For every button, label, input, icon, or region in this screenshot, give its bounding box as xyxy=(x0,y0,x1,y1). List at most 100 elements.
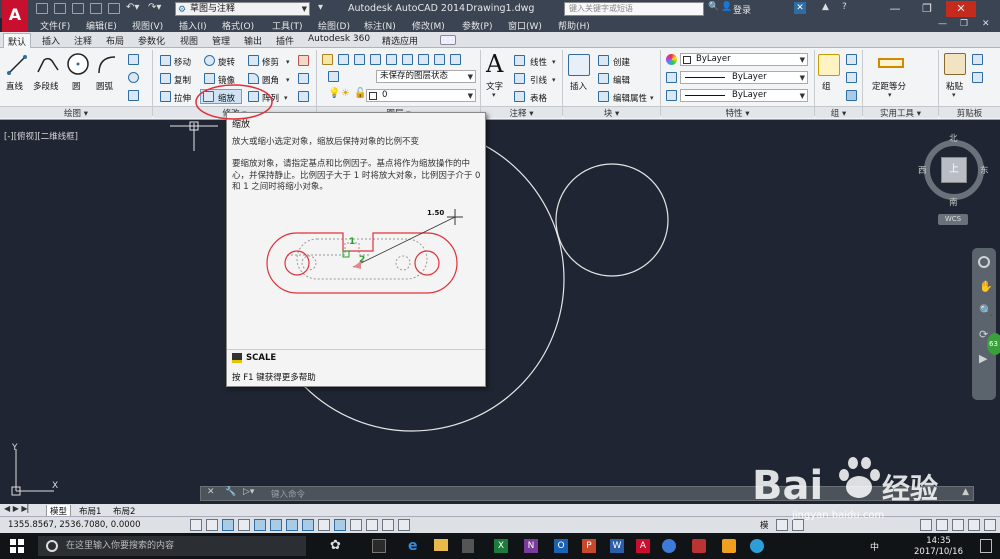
edge-icon[interactable]: e xyxy=(408,538,418,554)
tab-view[interactable]: 视图 xyxy=(180,34,198,47)
tab-featured-apps[interactable]: 精选应用 xyxy=(382,34,418,47)
coordinates-readout[interactable]: 1355.8567, 2536.7080, 0.0000 xyxy=(8,520,140,530)
tab-manage[interactable]: 管理 xyxy=(212,34,230,47)
leader-button[interactable]: 引线 xyxy=(530,74,547,86)
zoom-icon[interactable]: 🔍 xyxy=(979,304,993,317)
group-icon[interactable] xyxy=(818,54,840,76)
cut-icon[interactable] xyxy=(972,54,983,65)
dyn-icon[interactable] xyxy=(334,519,346,531)
close-button[interactable]: ✕ xyxy=(946,1,976,17)
compass-east[interactable]: 东 xyxy=(980,164,989,176)
copy-button[interactable]: 复制 xyxy=(174,74,191,86)
osnap-icon[interactable] xyxy=(270,519,282,531)
menu-file[interactable]: 文件(F) xyxy=(40,19,70,32)
menu-window[interactable]: 窗口(W) xyxy=(508,19,542,32)
menu-dimension[interactable]: 标注(N) xyxy=(364,19,396,32)
bulb-icon[interactable]: 💡 xyxy=(328,88,340,99)
menu-insert[interactable]: 插入(I) xyxy=(179,19,207,32)
chevron-down-icon[interactable]: ▾ xyxy=(650,94,654,102)
excel-icon[interactable]: X xyxy=(494,539,508,553)
insert-label[interactable]: 插入 xyxy=(570,80,587,92)
clipboard-panel-title[interactable]: 剪贴板 xyxy=(939,106,1000,119)
layer-icon-8[interactable] xyxy=(434,54,445,65)
menu-draw[interactable]: 绘图(D) xyxy=(318,19,350,32)
snap-icon[interactable] xyxy=(206,519,218,531)
close-icon[interactable]: ✕ xyxy=(207,487,215,497)
compass-west[interactable]: 西 xyxy=(918,164,927,176)
pan-icon[interactable]: ✋ xyxy=(979,280,993,293)
menu-tools[interactable]: 工具(T) xyxy=(272,19,303,32)
chevron-down-icon[interactable]: ▾ xyxy=(286,76,290,84)
browser-icon[interactable] xyxy=(662,539,676,553)
binoculars-icon[interactable]: 🔍 xyxy=(708,2,719,12)
group-label[interactable]: 组 xyxy=(822,80,831,92)
hardware-accel-icon[interactable] xyxy=(968,519,980,531)
menu-view[interactable]: 视图(V) xyxy=(132,19,163,32)
lineweight-toggle-icon[interactable] xyxy=(350,519,362,531)
linetype-icon[interactable] xyxy=(666,72,677,83)
layer-icon-9[interactable] xyxy=(450,54,461,65)
annotation-scale-icon[interactable] xyxy=(920,519,932,531)
powerpoint-icon[interactable]: P xyxy=(582,539,596,553)
hatch-icon[interactable] xyxy=(128,72,139,83)
print-icon[interactable] xyxy=(108,3,120,14)
taskbar-search-input[interactable]: 在这里输入你要搜索的内容 xyxy=(38,536,306,556)
help-icon[interactable]: ? xyxy=(842,2,847,12)
task-view-icon[interactable] xyxy=(372,539,386,553)
layer-icon-5[interactable] xyxy=(386,54,397,65)
word-icon[interactable]: W xyxy=(610,539,624,553)
lock-ui-icon[interactable] xyxy=(952,519,964,531)
app-icon[interactable] xyxy=(692,539,706,553)
lineweight-dropdown[interactable]: ByLayer ▼ xyxy=(680,89,808,102)
layer-icon-6[interactable] xyxy=(402,54,413,65)
clean-screen-icon[interactable] xyxy=(984,519,996,531)
measure-icon[interactable] xyxy=(878,58,904,68)
outlook-icon[interactable]: O xyxy=(554,539,568,553)
polyline-icon[interactable] xyxy=(36,54,60,76)
restore-button[interactable]: ❐ xyxy=(912,1,942,17)
doc-close-icon[interactable]: ✕ xyxy=(982,19,990,29)
chevron-down-icon[interactable]: ▾ xyxy=(552,76,556,84)
menu-edit[interactable]: 编辑(E) xyxy=(86,19,117,32)
circle-label[interactable]: 圆 xyxy=(72,80,81,92)
menu-modify[interactable]: 修改(M) xyxy=(412,19,445,32)
chevron-down-icon[interactable]: ▾ xyxy=(286,58,290,66)
windows-start-icon[interactable] xyxy=(10,539,24,553)
compass-south[interactable]: 南 xyxy=(949,196,958,208)
user-icon[interactable]: 👤 xyxy=(721,2,732,12)
tab-autodesk-360[interactable]: Autodesk 360 xyxy=(308,34,370,44)
minimize-button[interactable]: — xyxy=(880,1,910,17)
a360-icon[interactable]: ▲ xyxy=(822,2,829,12)
exchange-icon[interactable]: ✕ xyxy=(794,2,806,14)
annotation-panel-title[interactable]: 注释 ▾ xyxy=(481,106,562,119)
properties-panel-title[interactable]: 特性 ▾ xyxy=(661,106,814,119)
line-icon[interactable] xyxy=(6,54,28,76)
sun-icon[interactable]: ☀ xyxy=(341,88,350,99)
table-grid-icon[interactable] xyxy=(128,90,139,101)
app-icon-3[interactable] xyxy=(750,539,764,553)
ime-indicator[interactable]: 中 xyxy=(870,540,879,553)
layer-icon-3[interactable] xyxy=(354,54,365,65)
move-button[interactable]: 移动 xyxy=(174,56,191,68)
linear-button[interactable]: 线性 xyxy=(530,56,547,68)
menu-parameter[interactable]: 参数(P) xyxy=(462,19,492,32)
otrack-icon[interactable] xyxy=(302,519,314,531)
offset-icon[interactable] xyxy=(298,91,309,102)
paste-icon[interactable] xyxy=(944,53,966,75)
chevron-down-icon[interactable]: ▾ xyxy=(888,91,892,99)
autocad-logo[interactable]: A xyxy=(2,0,28,32)
store-icon[interactable] xyxy=(462,539,474,553)
infer-constraints-icon[interactable] xyxy=(190,519,202,531)
layer-properties-icon[interactable] xyxy=(322,54,333,65)
doc-minimize-icon[interactable]: — xyxy=(938,19,947,29)
draw-panel-title[interactable]: 绘图 ▾ xyxy=(0,106,152,119)
3d-osnap-icon[interactable] xyxy=(286,519,298,531)
layer-icon-4[interactable] xyxy=(370,54,381,65)
lineweight-icon[interactable] xyxy=(666,90,677,101)
insert-block-icon[interactable] xyxy=(568,54,590,76)
cortana-icon[interactable] xyxy=(46,540,58,552)
layer-dropdown[interactable]: 0 ▼ xyxy=(366,89,476,102)
stretch-button[interactable]: 拉伸 xyxy=(174,92,191,104)
wcs-menu[interactable]: WCS xyxy=(938,214,968,225)
color-dropdown[interactable]: ByLayer ▼ xyxy=(680,53,808,66)
